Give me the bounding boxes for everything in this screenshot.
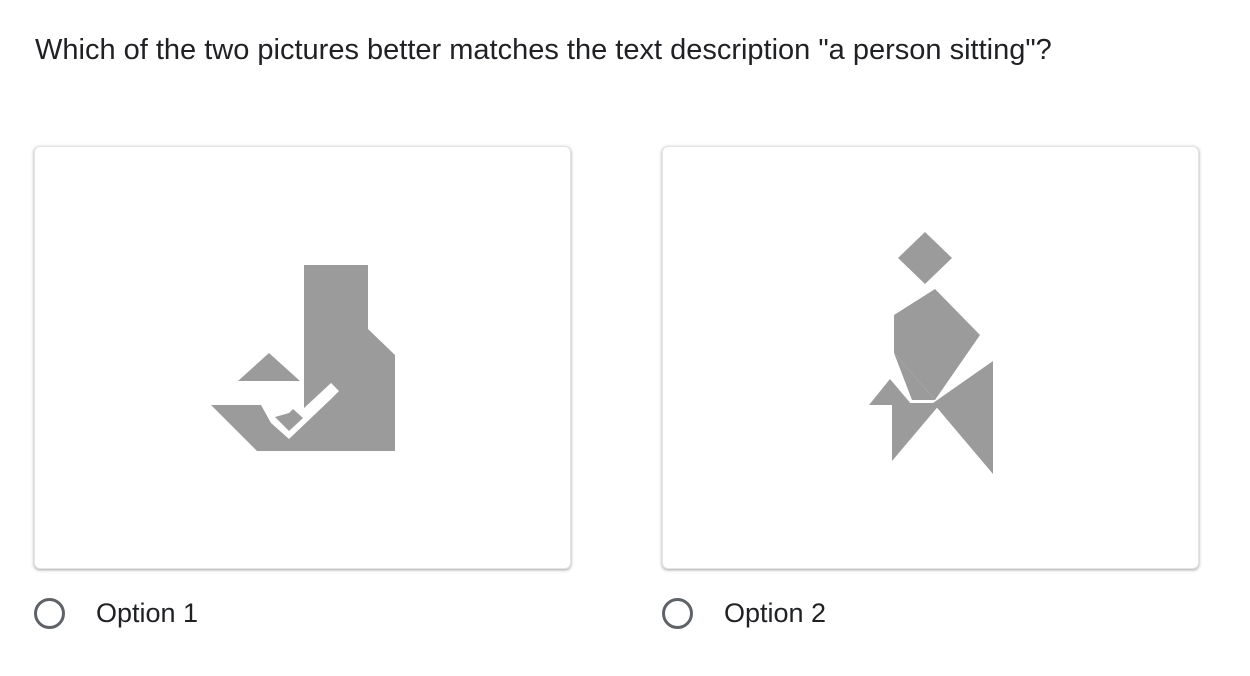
option-1-label: Option 1 — [96, 597, 199, 628]
tangram-small-triangle — [238, 353, 300, 381]
tangram-figure-1-image — [211, 265, 395, 451]
tangram-shapes — [869, 232, 993, 474]
tangram-square-piece — [304, 265, 368, 329]
option-2-image-card[interactable] — [662, 146, 1199, 569]
tangram-head-square — [898, 232, 952, 284]
option-2-label: Option 2 — [724, 597, 827, 628]
tangram-figure-2-image — [869, 232, 993, 474]
option-2-radio-button[interactable] — [662, 597, 693, 629]
question-text: Which of the two pictures better matches… — [35, 34, 1052, 66]
tangram-leg-triangle-left — [892, 403, 941, 461]
option-1-image-card[interactable] — [34, 146, 571, 569]
option-2-radio-choice[interactable]: Option 2 — [662, 592, 826, 634]
option-1-radio-choice[interactable]: Option 1 — [34, 592, 198, 634]
option-1-radio-button[interactable] — [34, 597, 65, 629]
